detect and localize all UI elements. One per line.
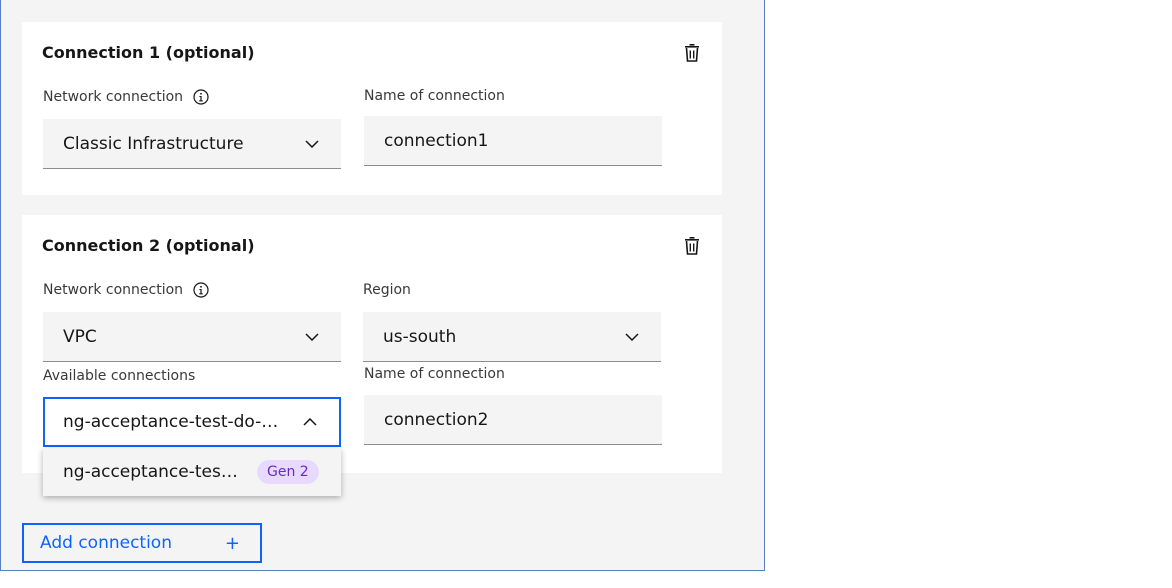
connection-name-value: connection2 [384,409,489,430]
available-connections-label: Available connections [43,368,196,384]
chevron-up-icon [303,418,317,426]
trash-icon[interactable] [682,236,702,256]
available-connections-value: ng-acceptance-test-do-n... [63,412,283,432]
chevron-down-icon [625,332,639,341]
region-value: us-south [383,326,457,347]
available-connections-menu-item[interactable]: ng-acceptance-test-... Gen 2 [43,448,341,496]
network-connection-label: Network connection [43,89,209,105]
info-icon[interactable] [193,282,209,298]
region-select[interactable]: us-south [363,312,661,362]
network-connection-label: Network connection [43,282,209,298]
connection-1-tile: Connection 1 (optional) Network connecti… [22,22,722,195]
connection-name-value: connection1 [384,130,489,151]
network-connection-label-text: Network connection [43,282,184,298]
network-connection-select[interactable]: VPC [43,312,341,362]
region-label: Region [363,282,411,298]
info-icon[interactable] [193,89,209,105]
dropdown-option-label: ng-acceptance-test-... [63,462,243,482]
connection-2-tile: Connection 2 (optional) Network connecti… [22,215,722,473]
connection-name-input[interactable]: connection1 [364,116,662,166]
connection-1-title: Connection 1 (optional) [42,43,255,62]
add-connection-button[interactable]: Add connection + [22,523,262,563]
network-connection-value: Classic Infrastructure [63,133,244,154]
plus-icon: + [224,532,240,554]
connections-panel: Connection 1 (optional) Network connecti… [0,0,765,571]
name-of-connection-label: Name of connection [364,366,505,382]
available-connections-select[interactable]: ng-acceptance-test-do-n... [43,397,341,447]
network-connection-select[interactable]: Classic Infrastructure [43,119,341,169]
gen-tag: Gen 2 [257,460,319,484]
trash-icon[interactable] [682,43,702,63]
name-of-connection-label: Name of connection [364,88,505,104]
connection-name-input[interactable]: connection2 [364,395,662,445]
network-connection-value: VPC [63,326,97,347]
connection-2-title: Connection 2 (optional) [42,236,255,255]
network-connection-label-text: Network connection [43,89,184,105]
add-connection-label: Add connection [40,533,172,553]
chevron-down-icon [305,139,319,148]
chevron-down-icon [305,332,319,341]
